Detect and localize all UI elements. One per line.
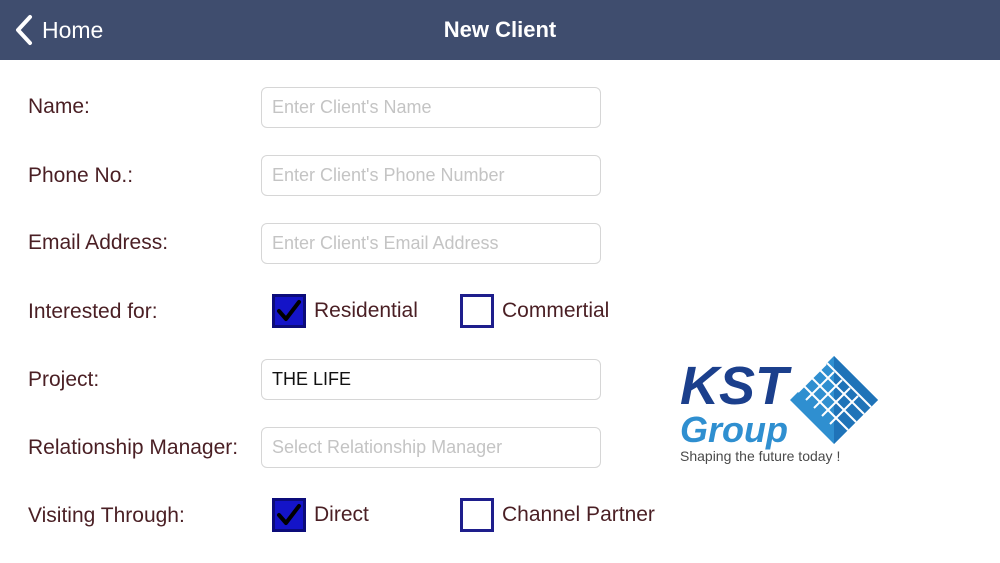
direct-label: Direct [314,503,369,526]
channel-partner-label: Channel Partner [502,503,655,526]
project-label: Project: [28,368,100,391]
commertial-label: Commertial [502,299,610,322]
name-input[interactable] [272,88,600,127]
checkmark-icon [277,300,301,321]
visiting-label: Visiting Through: [28,504,185,527]
email-input[interactable] [272,224,600,263]
kst-logo-graphic: KST Group Shaping the future today ! [680,356,878,464]
logo-group-text: Group [680,409,788,450]
email-field-box [261,223,601,264]
building-diamond-icon [790,356,878,444]
phone-label: Phone No.: [28,164,134,187]
name-field-box [261,87,601,128]
phone-field-box [261,155,601,196]
checkmark-icon [277,504,301,525]
email-label: Email Address: [28,231,169,254]
commertial-option[interactable]: Commertial [460,294,609,328]
page-title: New Client [443,17,557,42]
commertial-checkbox[interactable] [460,294,494,328]
kst-group-logo: KST Group Shaping the future today ! [676,352,886,470]
direct-option[interactable]: Direct [272,498,369,532]
project-field-box [261,359,601,400]
phone-input[interactable] [272,156,600,195]
logo-tagline-text: Shaping the future today ! [680,448,840,464]
name-label: Name: [28,95,90,118]
residential-checkbox[interactable] [272,294,306,328]
navigation-bar: Home New Client [0,0,1000,60]
channel-partner-checkbox[interactable] [460,498,494,532]
interested-label: Interested for: [28,300,158,323]
manager-select[interactable] [272,428,600,467]
project-input[interactable] [272,360,600,399]
direct-checkbox[interactable] [272,498,306,532]
logo-brand-text: KST [680,356,792,416]
residential-option[interactable]: Residential [272,294,418,328]
manager-field-box [261,427,601,468]
manager-label: Relationship Manager: [28,436,239,459]
residential-label: Residential [314,299,418,322]
channel-partner-option[interactable]: Channel Partner [460,498,655,532]
